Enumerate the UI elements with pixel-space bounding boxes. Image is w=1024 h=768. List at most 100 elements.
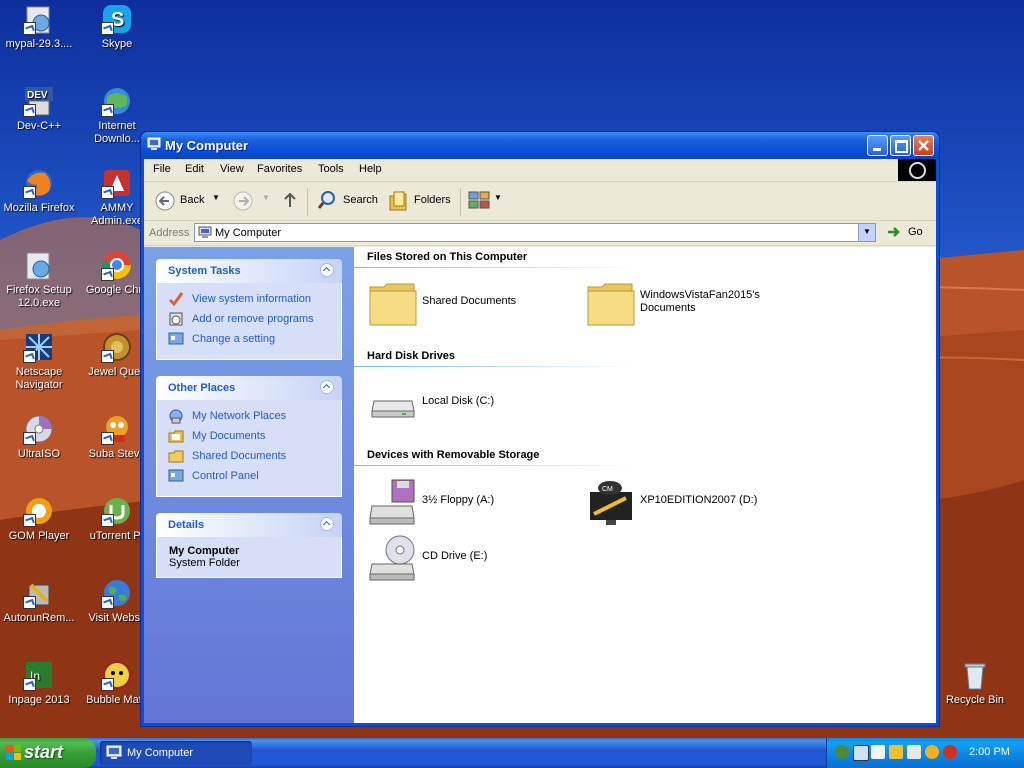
svg-text:DEV: DEV	[27, 90, 48, 101]
back-dropdown-icon[interactable]: ▼	[212, 193, 220, 202]
address-dropdown-button[interactable]: ▼	[858, 224, 875, 241]
address-input[interactable]: My Computer ▼	[194, 223, 876, 242]
details-type: System Folder	[169, 557, 240, 569]
maximize-button[interactable]	[890, 135, 911, 156]
toolbar-separator	[460, 188, 461, 216]
search-label: Search	[343, 194, 378, 206]
my-computer-window: My Computer File Edit View Favorites Too…	[140, 131, 940, 727]
desktop-icon-skype[interactable]: S Skype	[78, 3, 156, 51]
collapse-icon[interactable]	[320, 380, 334, 394]
menu-help[interactable]: Help	[359, 163, 382, 175]
system-tray: 2:00 PM	[826, 738, 1024, 768]
folder-icon	[369, 283, 417, 326]
shared-documents-item[interactable]: Shared Documents	[368, 279, 568, 329]
menu-tools[interactable]: Tools	[318, 163, 344, 175]
menu-file[interactable]: File	[153, 163, 171, 175]
add-remove-programs-link[interactable]: Add or remove programs	[157, 311, 341, 331]
shared-documents-link[interactable]: Shared Documents	[157, 448, 341, 468]
network-tray-icon[interactable]	[835, 745, 849, 759]
menu-edit[interactable]: Edit	[185, 163, 204, 175]
collapse-icon[interactable]	[320, 517, 334, 531]
folders-button[interactable]: Folders	[388, 190, 454, 212]
bubble-mate-icon	[101, 659, 133, 691]
forward-dropdown-icon[interactable]: ▼	[262, 193, 270, 202]
desktop-icon-devcpp[interactable]: DEV Dev-C++	[0, 85, 78, 133]
desktop-icon-ultraiso[interactable]: UltraISO	[0, 413, 78, 461]
bluetooth-tray-icon[interactable]	[871, 745, 885, 759]
my-network-places-link[interactable]: My Network Places	[157, 408, 341, 428]
start-button[interactable]: start	[0, 738, 96, 768]
maximize-icon	[895, 140, 908, 153]
system-tasks-title: System Tasks	[168, 265, 241, 277]
link-label: View system information	[192, 293, 312, 305]
details-header[interactable]: Details	[156, 513, 342, 537]
cd-drive-e-item[interactable]: CD Drive (E:)	[368, 534, 568, 584]
floppy-a-item[interactable]: 3½ Floppy (A:)	[368, 478, 568, 528]
item-label: Shared Documents	[422, 295, 517, 307]
messenger-tray-icon[interactable]	[925, 745, 939, 759]
menu-view[interactable]: View	[220, 163, 244, 175]
desktop-icon-autorun-remover[interactable]: AutorunRem...	[0, 577, 78, 625]
details-body: My Computer System Folder	[156, 537, 342, 578]
utorrent-icon	[101, 495, 133, 527]
security-shield-icon[interactable]	[889, 745, 903, 759]
collapse-icon[interactable]	[320, 263, 334, 277]
my-documents-link[interactable]: My Documents	[157, 428, 341, 448]
section-divider	[354, 267, 634, 268]
windows-throbber-logo	[898, 159, 936, 181]
svg-text:CM: CM	[602, 486, 613, 493]
desktop-icon-netscape[interactable]: Netscape Navigator	[0, 331, 78, 392]
window-title: My Computer	[165, 138, 249, 153]
taskbar-button-my-computer[interactable]: My Computer	[100, 741, 252, 765]
gom-player-icon	[23, 495, 55, 527]
local-disk-c-item[interactable]: Local Disk (C:)	[368, 379, 568, 429]
files-section-title: Files Stored on This Computer	[367, 251, 528, 263]
other-places-panel: Other Places My Network Places My Docume…	[156, 376, 342, 497]
folder-icon	[168, 450, 184, 463]
content-pane: Files Stored on This Computer Shared Doc…	[354, 247, 936, 723]
minimize-button[interactable]	[867, 135, 888, 156]
forward-button[interactable]: ▼	[232, 190, 272, 212]
display-tray-icon[interactable]	[853, 745, 869, 761]
close-button[interactable]	[913, 135, 934, 156]
link-label: Add or remove programs	[192, 313, 314, 325]
disc-icon	[23, 413, 55, 445]
xp10edition-d-item[interactable]: CM XP10EDITION2007 (D:)	[586, 478, 826, 528]
up-button[interactable]	[280, 190, 300, 212]
volume-icon[interactable]	[907, 745, 921, 759]
chevron-down-icon: ▼	[863, 227, 871, 236]
desktop-icon-label: Skype	[101, 38, 133, 50]
desktop-icon-inpage[interactable]: In Inpage 2013	[0, 659, 78, 707]
devcpp-icon: DEV	[23, 85, 55, 117]
forward-arrow-icon	[233, 191, 253, 211]
window-titlebar[interactable]: My Computer	[141, 132, 939, 159]
back-button[interactable]: Back ▼	[154, 190, 224, 212]
back-arrow-icon	[155, 191, 175, 211]
antivirus-tray-icon[interactable]	[943, 745, 957, 759]
clock[interactable]: 2:00 PM	[969, 746, 1010, 758]
change-setting-link[interactable]: Change a setting	[157, 331, 341, 351]
chrome-icon	[101, 249, 133, 281]
cd-drive-icon	[369, 535, 415, 581]
window-body: File Edit View Favorites Tools Help Back…	[144, 159, 936, 723]
address-value: My Computer	[215, 227, 282, 239]
desktop-icon-label: Mozilla Firefox	[3, 202, 75, 214]
desktop-icon-gom-player[interactable]: GOM Player	[0, 495, 78, 543]
globe-download-icon	[101, 85, 133, 117]
user-documents-item[interactable]: WindowsVistaFan2015's Documents	[586, 279, 826, 329]
control-panel-icon	[168, 469, 184, 482]
views-button[interactable]: ▼	[468, 190, 504, 212]
desktop-icon-recycle-bin[interactable]: Recycle Bin	[936, 659, 1014, 707]
view-system-information-link[interactable]: View system information	[157, 291, 341, 311]
my-documents-icon	[168, 430, 184, 443]
control-panel-link[interactable]: Control Panel	[157, 468, 341, 488]
system-tasks-body: View system information Add or remove pr…	[156, 283, 342, 360]
desktop-icon-firefox-setup[interactable]: Firefox Setup 12.0.exe	[0, 249, 78, 310]
ammy-icon	[101, 167, 133, 199]
menu-favorites[interactable]: Favorites	[257, 163, 302, 175]
system-tasks-header[interactable]: System Tasks	[156, 259, 342, 283]
desktop-icon-firefox[interactable]: Mozilla Firefox	[0, 167, 78, 215]
desktop-icon-mypal[interactable]: mypal-29.3....	[0, 3, 78, 51]
search-button[interactable]: Search	[317, 190, 381, 212]
other-places-header[interactable]: Other Places	[156, 376, 342, 400]
